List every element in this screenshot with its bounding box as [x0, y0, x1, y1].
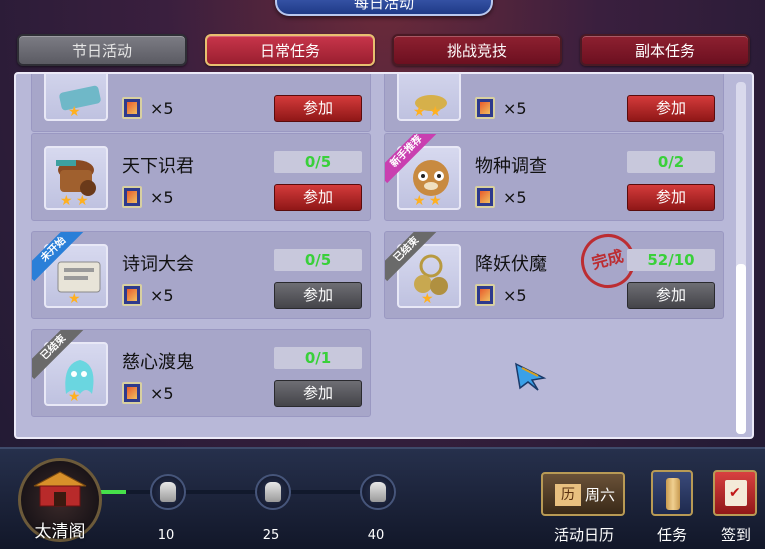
task-card: ★ 已结束 降妖伏魔 完成 ×5 52/10 参加 — [384, 231, 724, 319]
scroll-icon — [666, 478, 680, 510]
task-progress: 0/2 — [627, 151, 715, 173]
join-button[interactable]: 参加 — [627, 95, 715, 122]
pavilion-icon — [33, 471, 87, 507]
join-button[interactable]: 参加 — [274, 95, 362, 122]
reward-count: ×5 — [150, 99, 174, 118]
window-title-text: 每日活动 — [353, 0, 414, 12]
task-progress: 0/5 — [274, 151, 362, 173]
task-icon: ★ ★ — [397, 74, 461, 121]
calendar-icon: 历 — [555, 484, 581, 506]
daily-activity-screen: 每日活动 节日活动 日常任务 挑战竞技 副本任务 ★ ×5 参加 ★ ★ ×5 … — [0, 0, 765, 549]
star-icon: ★ — [413, 104, 426, 120]
task-label: 任务 — [656, 526, 687, 544]
task-progress: 0/1 — [274, 347, 362, 369]
task-name: 慈心渡鬼 — [122, 352, 194, 373]
reward-scroll-icon — [122, 284, 142, 306]
reward-scroll-icon — [122, 382, 142, 404]
milestone-label: 25 — [262, 528, 280, 543]
activity-progress-track — [100, 490, 390, 494]
task-card: ★ 未开始 诗词大会 ×5 0/5 参加 — [31, 231, 371, 319]
task-card: ★ ★ 天下识君 ×5 0/5 参加 — [31, 133, 371, 221]
join-button[interactable]: 参加 — [274, 282, 362, 309]
window-title: 每日活动 — [275, 0, 493, 16]
task-icon: ★ ★ — [44, 146, 108, 210]
activity-calendar-button[interactable]: 历 周六 — [541, 472, 625, 516]
task-name: 天下识君 — [122, 156, 194, 177]
reward-scroll-icon — [475, 186, 495, 208]
task-name: 降妖伏魔 — [475, 254, 547, 275]
trophy-icon — [160, 482, 176, 502]
milestone-reward-10[interactable] — [150, 474, 186, 510]
reward-count: ×5 — [503, 286, 527, 305]
task-card: ★ 已结束 慈心渡鬼 ×5 0/1 参加 — [31, 329, 371, 417]
scrollbar-thumb[interactable] — [736, 264, 746, 434]
trophy-icon — [265, 482, 281, 502]
activity-calendar-label: 活动日历 — [553, 526, 614, 544]
trophy-icon — [370, 482, 386, 502]
join-button[interactable]: 参加 — [627, 184, 715, 211]
task-card: ★ ★ ×5 参加 — [384, 74, 724, 132]
milestone-label: 40 — [367, 528, 385, 543]
check-mark-icon: ✔ — [729, 485, 741, 501]
task-progress: 52/10 — [627, 249, 715, 271]
milestone-reward-25[interactable] — [255, 474, 291, 510]
star-icon: ★ — [68, 389, 81, 405]
reward-count: ×5 — [150, 286, 174, 305]
reward-scroll-icon — [475, 284, 495, 306]
reward-scroll-icon — [122, 97, 142, 119]
reward-count: ×5 — [503, 99, 527, 118]
cursor-arrow-icon — [515, 362, 547, 391]
task-progress: 0/5 — [274, 249, 362, 271]
tab-daily-tasks[interactable]: 日常任务 — [205, 34, 375, 66]
task-icon: ★ — [44, 74, 108, 121]
tab-festival-activity[interactable]: 节日活动 — [17, 34, 187, 66]
signin-label: 签到 — [720, 526, 751, 544]
task-card: ★ ★ 新手推荐 物种调查 ×5 0/2 参加 — [384, 133, 724, 221]
tab-challenge[interactable]: 挑战竞技 — [392, 34, 562, 66]
pavilion-label: 太清阁 — [34, 522, 86, 542]
star-icon: ★ — [429, 193, 442, 209]
task-scroll-button[interactable] — [651, 470, 693, 516]
reward-count: ×5 — [503, 188, 527, 207]
star-icon: ★ — [68, 291, 81, 307]
reward-count: ×5 — [150, 384, 174, 403]
star-icon: ★ — [429, 104, 442, 120]
signin-button[interactable]: ✔ — [713, 470, 757, 516]
milestone-label: 10 — [157, 528, 175, 543]
activity-progress-fill — [100, 490, 126, 494]
star-icon: ★ — [413, 193, 426, 209]
tab-dungeon-tasks[interactable]: 副本任务 — [580, 34, 750, 66]
reward-count: ×5 — [150, 188, 174, 207]
star-icon: ★ — [421, 291, 434, 307]
join-button[interactable]: 参加 — [274, 380, 362, 407]
join-button[interactable]: 参加 — [627, 282, 715, 309]
task-card: ★ ×5 参加 — [31, 74, 371, 132]
join-button[interactable]: 参加 — [274, 184, 362, 211]
calendar-day: 周六 — [585, 486, 616, 504]
reward-scroll-icon — [122, 186, 142, 208]
task-name: 诗词大会 — [122, 254, 194, 275]
star-icon: ★ — [76, 193, 89, 209]
star-icon: ★ — [60, 193, 73, 209]
star-icon: ★ — [68, 104, 81, 120]
reward-scroll-icon — [475, 97, 495, 119]
milestone-reward-40[interactable] — [360, 474, 396, 510]
task-name: 物种调查 — [475, 156, 547, 177]
task-list-panel[interactable]: ★ ×5 参加 ★ ★ ×5 参加 ★ ★ 天下识君 ×5 0/5 参加 ★ ★… — [14, 72, 754, 439]
